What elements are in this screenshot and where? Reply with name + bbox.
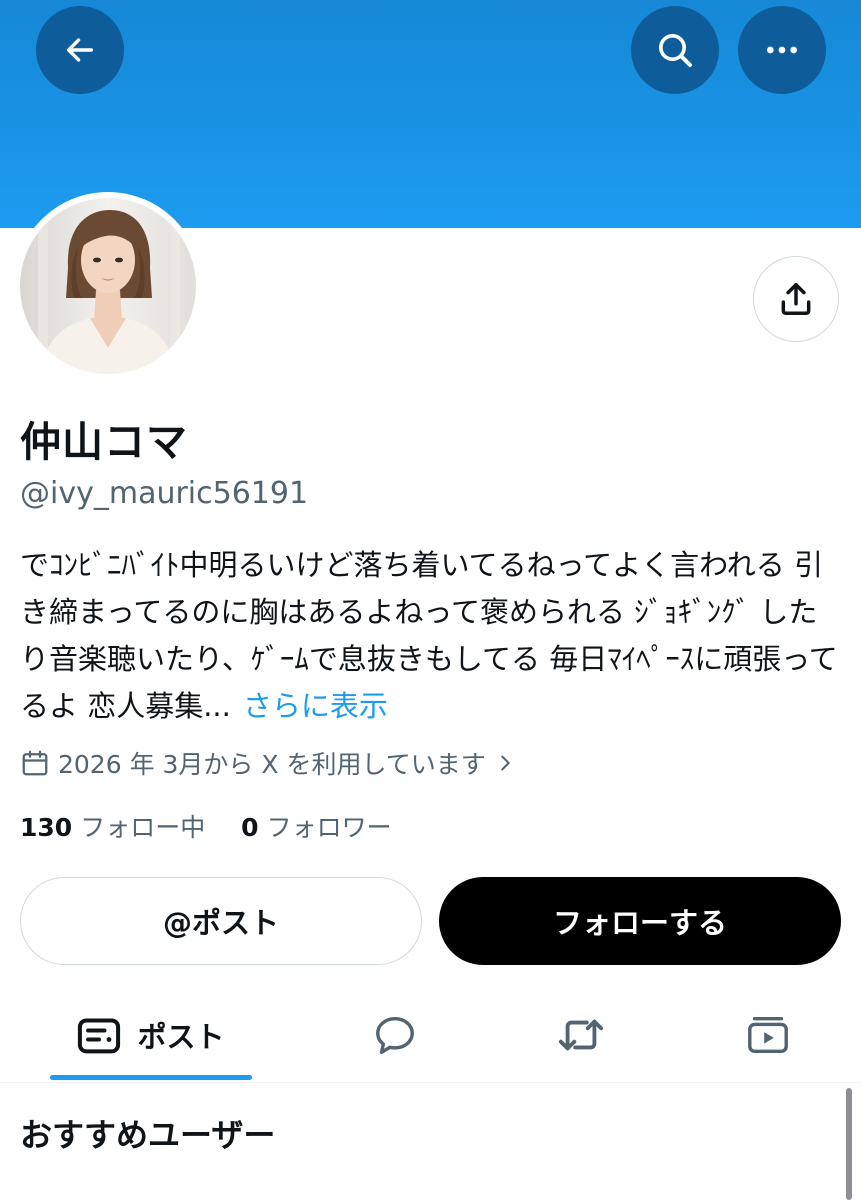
section-title-recommended-users: おすすめユーザー bbox=[20, 1116, 276, 1154]
share-profile-button[interactable] bbox=[753, 256, 839, 342]
tab-replies[interactable] bbox=[345, 990, 445, 1080]
follow-stats: 130 フォロー中 0 フォロワー bbox=[20, 808, 392, 844]
followers-count: 0 bbox=[241, 813, 259, 842]
repost-icon bbox=[558, 1019, 604, 1051]
followers-link[interactable]: 0 フォロワー bbox=[241, 813, 391, 842]
media-icon bbox=[748, 1016, 788, 1054]
user-handle: @ivy_mauric56191 bbox=[20, 476, 309, 511]
chevron-right-icon bbox=[500, 755, 510, 771]
followers-label: フォロワー bbox=[266, 813, 392, 842]
scrollbar[interactable] bbox=[846, 1088, 852, 1200]
calendar-icon bbox=[22, 750, 48, 776]
profile-bio: でｺﾝﾋﾞﾆﾊﾞｲﾄ中明るいけど落ち着いてるねってよく言われる 引き締まってるの… bbox=[20, 542, 845, 730]
more-options-button[interactable] bbox=[738, 6, 826, 94]
replies-icon bbox=[376, 1016, 414, 1054]
avatar-image bbox=[20, 198, 196, 374]
mention-post-button[interactable]: @ポスト bbox=[20, 877, 422, 965]
tab-reposts[interactable] bbox=[531, 990, 631, 1080]
joined-text: 2026 年 3月から X を利用しています bbox=[58, 750, 486, 779]
display-name: 仲山コマ bbox=[20, 418, 188, 466]
joined-date[interactable]: 2026 年 3月から X を利用しています bbox=[20, 744, 516, 782]
avatar[interactable] bbox=[20, 198, 196, 374]
following-count: 130 bbox=[20, 813, 73, 842]
posts-icon bbox=[78, 1018, 121, 1054]
search-button[interactable] bbox=[631, 6, 719, 94]
arrow-left-icon bbox=[66, 38, 94, 62]
follow-button[interactable]: フォローする bbox=[439, 877, 841, 965]
following-link[interactable]: 130 フォロー中 bbox=[20, 813, 205, 842]
active-tab-indicator bbox=[50, 1075, 252, 1080]
tab-posts[interactable]: ポスト bbox=[50, 990, 252, 1080]
tab-media[interactable] bbox=[718, 990, 818, 1080]
search-icon bbox=[659, 34, 692, 67]
avatar-frame[interactable] bbox=[14, 192, 202, 380]
show-more-link[interactable]: さらに表示 bbox=[243, 689, 388, 723]
profile-tabs: ポスト bbox=[0, 990, 861, 1083]
back-button[interactable] bbox=[36, 6, 124, 94]
share-icon bbox=[781, 283, 811, 315]
following-label: フォロー中 bbox=[80, 813, 206, 842]
tab-posts-label: ポスト bbox=[137, 1020, 225, 1054]
bio-text: でｺﾝﾋﾞﾆﾊﾞｲﾄ中明るいけど落ち着いてるねってよく言われる 引き締まってるの… bbox=[20, 548, 838, 723]
more-horizontal-icon bbox=[767, 46, 797, 54]
